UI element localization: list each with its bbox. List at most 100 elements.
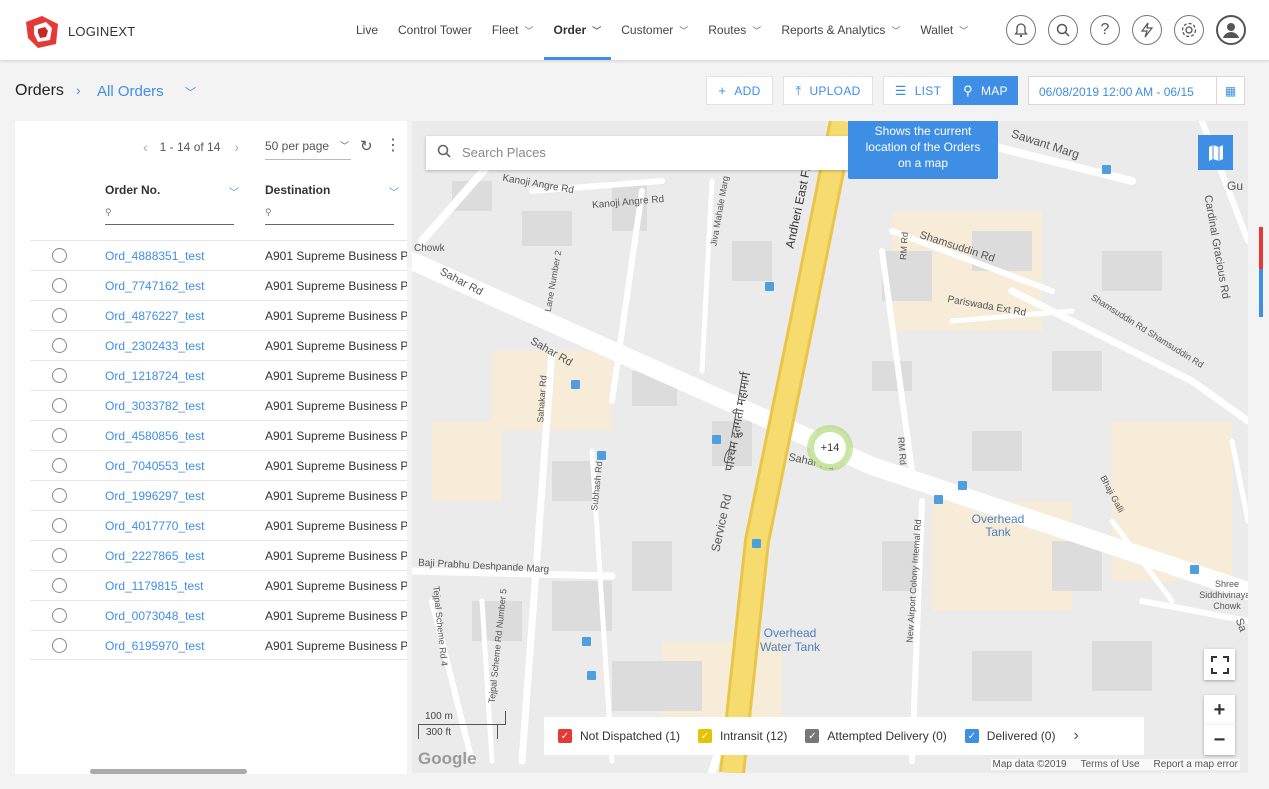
row-select-radio[interactable]	[52, 638, 67, 653]
nav-item-control-tower[interactable]: Control Tower	[388, 0, 482, 60]
nav-item-routes[interactable]: Routes ﹀	[698, 0, 771, 60]
search-icon[interactable]	[1048, 15, 1078, 45]
report-error-link[interactable]: Report a map error	[1154, 759, 1238, 770]
nav-item-fleet[interactable]: Fleet ﹀	[482, 0, 544, 60]
legend-item[interactable]: ✓ Attempted Delivery (0)	[805, 729, 947, 743]
list-view-button[interactable]: ☰ LIST	[883, 76, 953, 105]
side-tab-blue[interactable]	[1259, 269, 1263, 317]
row-select-radio[interactable]	[52, 488, 67, 503]
table-row[interactable]: Ord_2302433_test A901 Supreme Business P	[30, 330, 407, 360]
destination-filter-input[interactable]: ⚲	[265, 207, 394, 225]
bell-icon[interactable]	[1006, 15, 1036, 45]
bolt-icon[interactable]	[1132, 15, 1162, 45]
checkbox-checked-icon[interactable]: ✓	[698, 729, 713, 743]
upload-button[interactable]: ⤒ UPLOAD	[783, 76, 873, 105]
fullscreen-icon[interactable]	[1204, 649, 1235, 680]
order-number-link[interactable]: Ord_1218724_test	[105, 369, 204, 383]
more-options-icon[interactable]: ⋮	[385, 135, 401, 155]
order-number-link[interactable]: Ord_6195970_test	[105, 639, 204, 653]
order-number-link[interactable]: Ord_1179815_test	[105, 579, 204, 593]
table-row[interactable]: Ord_4580856_test A901 Supreme Business P	[30, 420, 407, 450]
row-select-radio[interactable]	[52, 248, 67, 263]
nav-item-live[interactable]: Live	[346, 0, 388, 60]
map-layers-icon[interactable]	[1198, 135, 1233, 170]
row-select-radio[interactable]	[52, 548, 67, 563]
row-select-radio[interactable]	[52, 578, 67, 593]
order-number-link[interactable]: Ord_2227865_test	[105, 549, 204, 563]
column-header-destination[interactable]: Destination ﹀	[265, 183, 399, 199]
table-row[interactable]: Ord_7747162_test A901 Supreme Business P	[30, 270, 407, 300]
table-row[interactable]: Ord_6195970_test A901 Supreme Business P	[30, 630, 407, 660]
table-row[interactable]: Ord_2227865_test A901 Supreme Business P	[30, 540, 407, 570]
column-header-order-no[interactable]: Order No. ﹀	[105, 183, 239, 199]
map-view-button[interactable]: ⚲ MAP	[953, 76, 1018, 105]
table-row[interactable]: Ord_4017770_test A901 Supreme Business P	[30, 510, 407, 540]
row-select-radio[interactable]	[52, 518, 67, 533]
table-row[interactable]: Ord_4876227_test A901 Supreme Business P	[30, 300, 407, 330]
settings-icon[interactable]	[1174, 15, 1204, 45]
breadcrumb-root[interactable]: Orders	[15, 82, 64, 100]
refresh-icon[interactable]: ↻	[360, 137, 373, 155]
order-number-link[interactable]: Ord_7747162_test	[105, 279, 204, 293]
table-row[interactable]: Ord_0073048_test A901 Supreme Business P	[30, 600, 407, 630]
breadcrumb-current[interactable]: All Orders	[97, 83, 164, 100]
order-number-link[interactable]: Ord_4017770_test	[105, 519, 204, 533]
chevron-down-icon[interactable]: ﹀	[185, 84, 196, 100]
order-number-link[interactable]: Ord_3033782_test	[105, 399, 204, 413]
sort-chevron-icon[interactable]: ﹀	[389, 184, 399, 199]
order-number-link[interactable]: Ord_4580856_test	[105, 429, 204, 443]
order-number-link[interactable]: Ord_4888351_test	[105, 249, 204, 263]
map-attribution: Map data ©2019 Terms of Use Report a map…	[990, 759, 1240, 770]
order-number-link[interactable]: Ord_4876227_test	[105, 309, 204, 323]
calendar-icon[interactable]: ▦	[1216, 77, 1244, 104]
nav-item-customer[interactable]: Customer ﹀	[611, 0, 698, 60]
search-places-input[interactable]: Search Places	[426, 136, 866, 170]
orders-map[interactable]: Sahar Rd Sahar Rd Sahar Rd Andheri East …	[412, 121, 1248, 773]
checkbox-checked-icon[interactable]: ✓	[805, 729, 820, 743]
prev-page-icon[interactable]: ‹	[143, 139, 148, 155]
table-row[interactable]: Ord_1218724_test A901 Supreme Business P	[30, 360, 407, 390]
legend-item[interactable]: ✓ Not Dispatched (1)	[558, 729, 680, 743]
order-cluster-marker[interactable]: +14	[810, 428, 850, 468]
per-page-select[interactable]: 50 per page ﹀	[265, 139, 351, 160]
row-select-radio[interactable]	[52, 428, 67, 443]
date-range-picker[interactable]: 06/08/2019 12:00 AM - 06/15 ▦	[1028, 76, 1245, 105]
legend-item[interactable]: ✓ Delivered (0)	[964, 729, 1055, 743]
nav-item-reports-analytics[interactable]: Reports & Analytics ﹀	[771, 0, 910, 60]
checkbox-checked-icon[interactable]: ✓	[964, 729, 979, 743]
row-select-radio[interactable]	[52, 308, 67, 323]
map-label-gu: Gu	[1227, 179, 1244, 193]
help-icon[interactable]: ?	[1090, 15, 1120, 45]
add-button[interactable]: + ADD	[706, 76, 773, 105]
row-select-radio[interactable]	[52, 608, 67, 623]
table-row[interactable]: Ord_3033782_test A901 Supreme Business P	[30, 390, 407, 420]
zoom-out-button[interactable]: −	[1204, 725, 1235, 755]
horizontal-scrollbar[interactable]	[90, 769, 247, 774]
next-page-icon[interactable]: ›	[234, 139, 239, 155]
order-number-link[interactable]: Ord_2302433_test	[105, 339, 204, 353]
chevron-right-icon[interactable]: ›	[1073, 727, 1078, 745]
user-icon[interactable]	[1216, 15, 1246, 45]
row-select-radio[interactable]	[52, 458, 67, 473]
brand-logo[interactable]: LOGINEXT	[24, 14, 135, 48]
row-select-radio[interactable]	[52, 368, 67, 383]
sort-chevron-icon[interactable]: ﹀	[229, 184, 239, 199]
table-row[interactable]: Ord_7040553_test A901 Supreme Business P	[30, 450, 407, 480]
checkbox-checked-icon[interactable]: ✓	[558, 729, 572, 743]
row-select-radio[interactable]	[52, 338, 67, 353]
order-number-link[interactable]: Ord_7040553_test	[105, 459, 204, 473]
order-number-link[interactable]: Ord_0073048_test	[105, 609, 204, 623]
nav-item-wallet[interactable]: Wallet ﹀	[910, 0, 978, 60]
legend-item[interactable]: ✓ Intransit (12)	[698, 729, 787, 743]
table-row[interactable]: Ord_1996297_test A901 Supreme Business P	[30, 480, 407, 510]
table-row[interactable]: Ord_1179815_test A901 Supreme Business P	[30, 570, 407, 600]
nav-item-order[interactable]: Order ﹀	[543, 0, 612, 60]
row-select-radio[interactable]	[52, 398, 67, 413]
row-select-radio[interactable]	[52, 278, 67, 293]
order-number-link[interactable]: Ord_1996297_test	[105, 489, 204, 503]
order-no-filter-input[interactable]: ⚲	[105, 207, 234, 225]
zoom-in-button[interactable]: +	[1204, 695, 1235, 725]
terms-link[interactable]: Terms of Use	[1081, 759, 1140, 770]
table-row[interactable]: Ord_4888351_test A901 Supreme Business P	[30, 240, 407, 270]
side-tab-red[interactable]	[1259, 227, 1263, 269]
